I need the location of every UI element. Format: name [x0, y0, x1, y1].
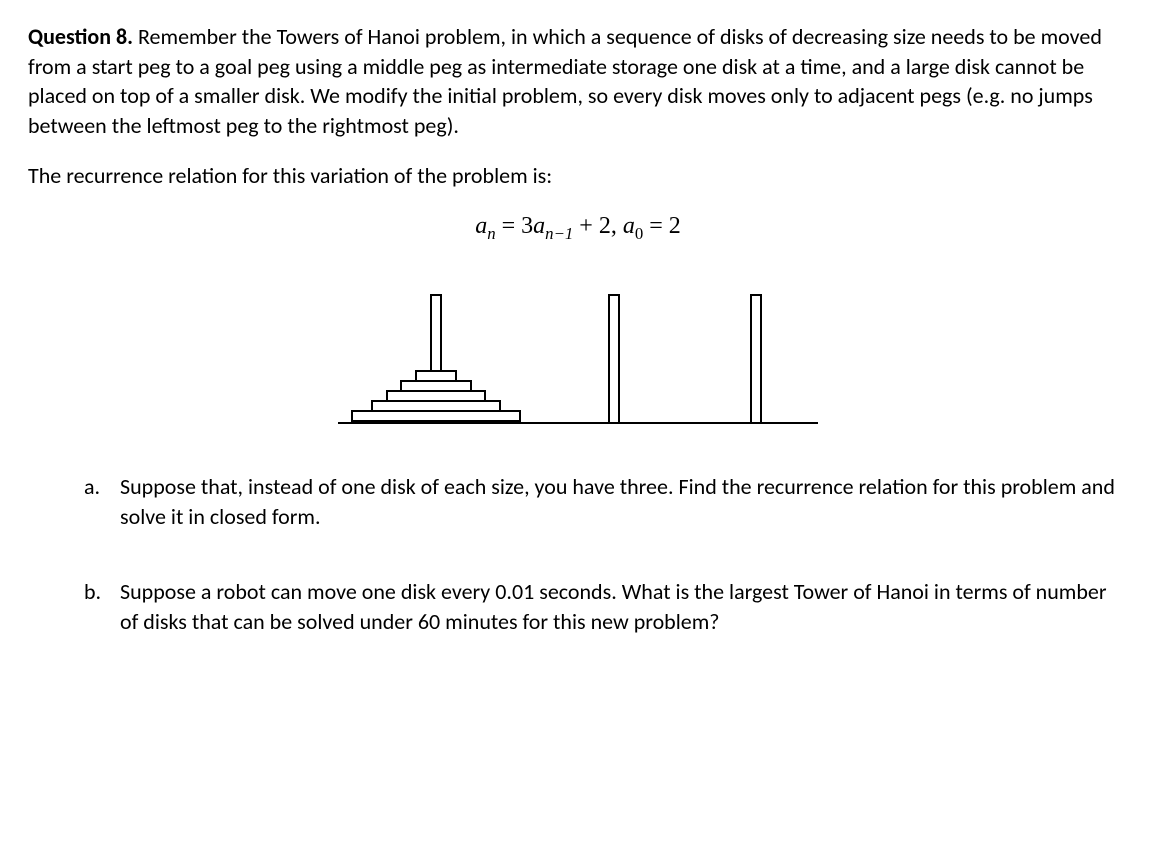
- part-a-marker: a.: [84, 472, 120, 531]
- disk-5: [351, 410, 521, 422]
- hanoi-figure: [318, 268, 838, 428]
- part-b-text: Suppose a robot can move one disk every …: [120, 577, 1128, 636]
- parts-list: a. Suppose that, instead of one disk of …: [28, 472, 1128, 637]
- eq-var-a: a: [475, 213, 487, 239]
- base-line: [338, 422, 818, 424]
- recurrence-leadin: The recurrence relation for this variati…: [28, 161, 1128, 191]
- question-intro: Question 8. Remember the Towers of Hanoi…: [28, 22, 1128, 141]
- part-a-text: Suppose that, instead of one disk of eac…: [120, 472, 1128, 531]
- eq-var-a2: a: [533, 213, 545, 239]
- recurrence-equation: an = 3an−1 + 2, a0 = 2: [28, 210, 1128, 245]
- disk-stack: [351, 372, 521, 422]
- question-intro-text: Remember the Towers of Hanoi problem, in…: [28, 23, 1102, 139]
- part-b: b. Suppose a robot can move one disk eve…: [28, 577, 1128, 636]
- eq-sub-n: n: [487, 224, 495, 243]
- eq-var-a3: a: [623, 213, 635, 239]
- question-label: Question 8.: [28, 23, 133, 50]
- part-a: a. Suppose that, instead of one disk of …: [28, 472, 1128, 531]
- hanoi-figure-wrap: [28, 268, 1128, 428]
- peg-middle: [608, 294, 620, 424]
- eq-plus2: + 2,: [573, 213, 623, 239]
- part-b-marker: b.: [84, 577, 120, 636]
- eq-sub-nm1: n−1: [545, 224, 573, 243]
- peg-right: [750, 294, 762, 424]
- page: Question 8. Remember the Towers of Hanoi…: [0, 0, 1156, 637]
- eq-eq1: = 3: [496, 213, 534, 239]
- eq-eq2: = 2: [643, 213, 681, 239]
- eq-sub-0: 0: [635, 224, 643, 243]
